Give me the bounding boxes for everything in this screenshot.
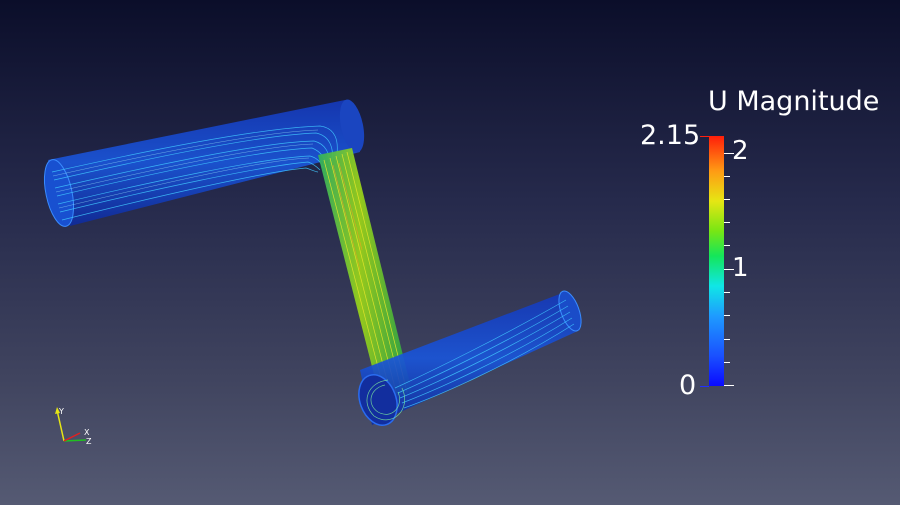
colorbar-tick <box>724 339 730 340</box>
legend-range-min: 0 <box>679 370 697 401</box>
render-viewport[interactable]: Y X Z <box>0 0 900 505</box>
z-axis-label: Z <box>86 437 92 446</box>
colorbar-tick <box>724 385 734 386</box>
range-max-marker <box>700 136 709 137</box>
colorbar-tick <box>724 315 730 316</box>
legend-range-max: 2.15 <box>640 120 701 151</box>
colorbar-tick <box>724 222 730 223</box>
range-min-marker <box>700 386 709 387</box>
colorbar-tick <box>724 199 730 200</box>
colorbar-tick <box>724 176 730 177</box>
colorbar-tick-label: 2 <box>732 136 749 166</box>
color-bar <box>709 136 724 386</box>
colorbar-tick-label: 1 <box>732 253 749 283</box>
orientation-axes: Y X Z <box>55 407 92 446</box>
legend-title: U Magnitude <box>708 86 880 117</box>
inlet-pipe <box>43 99 365 227</box>
x-axis-label: X <box>84 428 90 437</box>
colorbar-tick <box>724 245 730 246</box>
colorbar-tick <box>724 362 730 363</box>
colorbar-tick <box>724 292 730 293</box>
y-axis-label: Y <box>58 407 64 416</box>
